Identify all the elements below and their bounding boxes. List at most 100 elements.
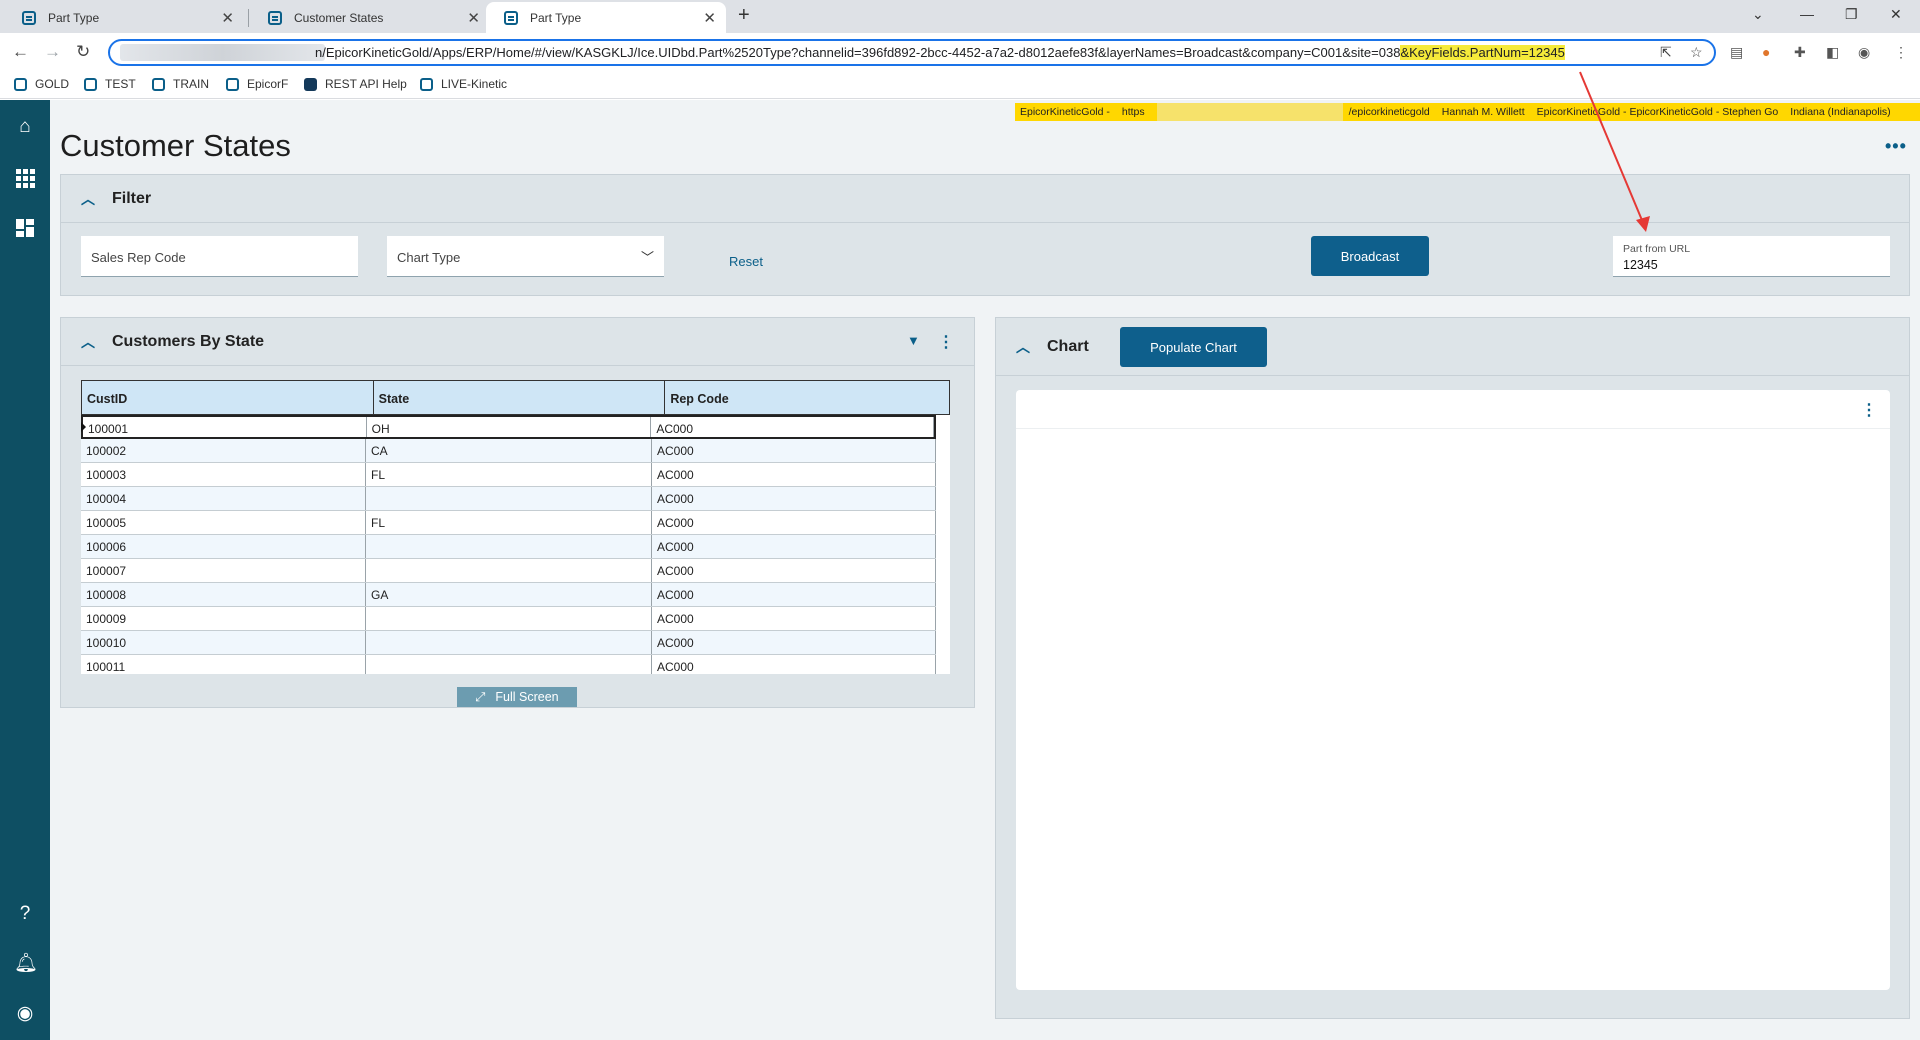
kebab-menu-icon[interactable]: ⋮: [1861, 400, 1877, 420]
column-header-rep-code[interactable]: Rep Code: [665, 381, 949, 414]
cell-state[interactable]: CA: [366, 439, 652, 462]
cell-custid[interactable]: 100008: [81, 583, 366, 606]
cell-custid[interactable]: 100006: [81, 535, 366, 558]
bookmark[interactable]: TRAIN: [152, 77, 209, 91]
user-icon[interactable]: ◉: [14, 1003, 36, 1025]
close-icon[interactable]: ✕: [467, 9, 480, 27]
bookmark[interactable]: TEST: [84, 77, 136, 91]
reload-icon[interactable]: ↻: [76, 42, 90, 62]
table-row[interactable]: 100001 OH AC000: [81, 415, 936, 439]
home-icon[interactable]: ⌂: [14, 116, 36, 138]
cell-state[interactable]: [366, 631, 652, 654]
close-icon[interactable]: ✕: [703, 9, 716, 27]
cell-rep-code[interactable]: AC000: [652, 559, 936, 582]
chart-type-select[interactable]: Chart Type ﹀: [387, 236, 664, 277]
chart-panel-header[interactable]: ︿ Chart Populate Chart: [996, 318, 1909, 376]
bookmark-label: TEST: [105, 77, 136, 91]
close-window-icon[interactable]: ✕: [1890, 6, 1902, 23]
broadcast-button[interactable]: Broadcast: [1311, 236, 1429, 276]
cell-rep-code[interactable]: AC000: [652, 583, 936, 606]
cell-state[interactable]: [366, 487, 652, 510]
cell-state[interactable]: FL: [366, 463, 652, 486]
side-panel-icon[interactable]: ◧: [1826, 44, 1839, 61]
cell-custid[interactable]: 100007: [81, 559, 366, 582]
more-options-icon[interactable]: •••: [1885, 136, 1907, 157]
table-row[interactable]: 100008 GA AC000: [81, 583, 936, 607]
back-arrow-icon[interactable]: ←: [12, 42, 29, 62]
bookmark[interactable]: GOLD: [14, 77, 69, 91]
bell-icon[interactable]: 🔔︎: [14, 953, 38, 975]
column-header-state[interactable]: State: [374, 381, 666, 414]
table-row[interactable]: 100010 AC000: [81, 631, 936, 655]
kebab-menu-icon[interactable]: ⋮: [938, 332, 954, 352]
table-row[interactable]: 100003 FL AC000: [81, 463, 936, 487]
profile-icon[interactable]: ◉: [1858, 44, 1870, 61]
cell-rep-code[interactable]: AC000: [652, 487, 936, 510]
browser-tab[interactable]: Part Type ✕: [4, 2, 244, 33]
table-row[interactable]: 100006 AC000: [81, 535, 936, 559]
cell-custid[interactable]: 100004: [81, 487, 366, 510]
customers-panel-header[interactable]: ︿ Customers By State ▼ ⋮: [61, 318, 974, 366]
bookmark[interactable]: EpicorF: [226, 77, 288, 91]
cell-state[interactable]: OH: [367, 417, 652, 437]
cell-custid[interactable]: 100003: [81, 463, 366, 486]
puzzle-icon[interactable]: ✚: [1794, 44, 1806, 61]
dashboard-icon[interactable]: [14, 217, 36, 239]
cell-custid[interactable]: 100001: [83, 417, 367, 437]
cell-rep-code[interactable]: AC000: [652, 631, 936, 654]
sales-rep-code-input[interactable]: Sales Rep Code: [81, 236, 358, 277]
table-row[interactable]: 100007 AC000: [81, 559, 936, 583]
extension-icon[interactable]: ●: [1762, 44, 1770, 60]
minimize-icon[interactable]: —: [1800, 6, 1814, 22]
table-row[interactable]: 100009 AC000: [81, 607, 936, 631]
full-screen-button[interactable]: ⤢ Full Screen: [457, 687, 577, 707]
close-icon[interactable]: ✕: [221, 9, 234, 27]
tab-search-chevron-icon[interactable]: ⌄: [1752, 6, 1764, 23]
star-icon[interactable]: ☆: [1690, 44, 1703, 61]
chevron-up-icon[interactable]: ︿: [81, 189, 95, 209]
cell-rep-code[interactable]: AC000: [652, 463, 936, 486]
extension-store-icon[interactable]: ▤: [1730, 44, 1743, 61]
cell-rep-code[interactable]: AC000: [652, 511, 936, 534]
apps-grid-icon[interactable]: [14, 167, 36, 189]
forward-arrow-icon[interactable]: →: [44, 42, 61, 62]
cell-rep-code[interactable]: AC000: [652, 607, 936, 630]
cell-state[interactable]: [366, 655, 652, 674]
table-row[interactable]: 100011 AC000: [81, 655, 936, 674]
bookmark[interactable]: REST API Help: [304, 77, 407, 91]
cell-state[interactable]: [366, 535, 652, 558]
cell-state[interactable]: [366, 559, 652, 582]
reset-link[interactable]: Reset: [729, 254, 763, 269]
cell-rep-code[interactable]: AC000: [651, 417, 934, 437]
column-header-custid[interactable]: CustID: [82, 381, 374, 414]
table-row[interactable]: 100004 AC000: [81, 487, 936, 511]
cell-custid[interactable]: 100010: [81, 631, 366, 654]
cell-custid[interactable]: 100011: [81, 655, 366, 674]
filter-panel-header[interactable]: ︿ Filter: [61, 175, 1909, 223]
bookmark[interactable]: LIVE-Kinetic: [420, 77, 507, 91]
cell-custid[interactable]: 100009: [81, 607, 366, 630]
cell-state[interactable]: GA: [366, 583, 652, 606]
share-icon[interactable]: ⇱: [1660, 44, 1672, 61]
browser-tab-active[interactable]: Part Type ✕: [486, 2, 726, 33]
table-row[interactable]: 100002 CA AC000: [81, 439, 936, 463]
cell-rep-code[interactable]: AC000: [652, 535, 936, 558]
table-row[interactable]: 100005 FL AC000: [81, 511, 936, 535]
help-icon[interactable]: ?: [14, 903, 36, 925]
populate-chart-button[interactable]: Populate Chart: [1120, 327, 1267, 367]
browser-tab[interactable]: Customer States ✕: [250, 2, 490, 33]
cell-state[interactable]: FL: [366, 511, 652, 534]
part-from-url-field[interactable]: Part from URL 12345: [1613, 236, 1890, 277]
chevron-up-icon[interactable]: ︿: [1016, 337, 1030, 357]
cell-custid[interactable]: 100005: [81, 511, 366, 534]
chevron-up-icon[interactable]: ︿: [81, 332, 95, 352]
restore-icon[interactable]: ❐: [1845, 6, 1858, 23]
filter-icon[interactable]: ▼: [907, 333, 920, 348]
cell-custid[interactable]: 100002: [81, 439, 366, 462]
address-bar[interactable]: n/EpicorKineticGold/Apps/ERP/Home/#/view…: [108, 39, 1716, 66]
browser-menu-icon[interactable]: ⋮: [1894, 44, 1908, 61]
cell-state[interactable]: [366, 607, 652, 630]
new-tab-icon[interactable]: +: [738, 4, 750, 27]
cell-rep-code[interactable]: AC000: [652, 655, 936, 674]
cell-rep-code[interactable]: AC000: [652, 439, 936, 462]
